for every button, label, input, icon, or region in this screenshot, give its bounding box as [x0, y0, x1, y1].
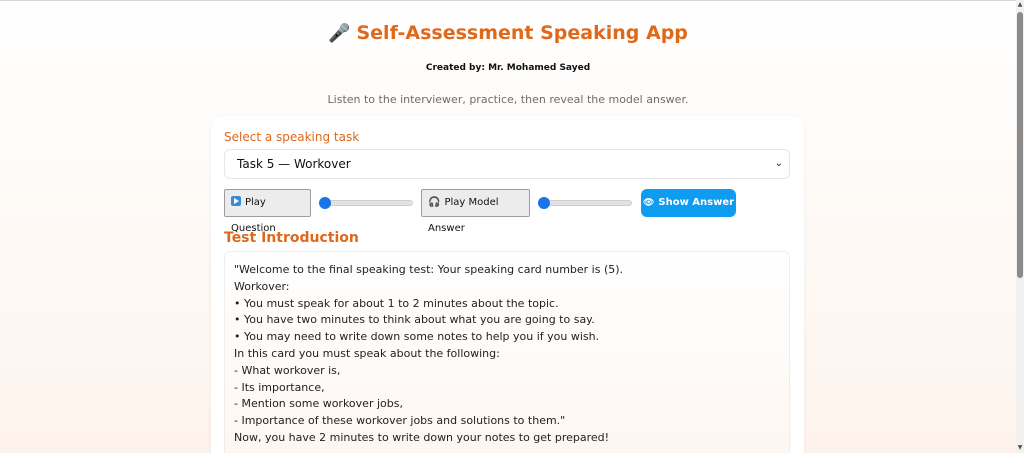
intro-text-box: "Welcome to the final speaking test: You…: [224, 251, 790, 453]
app-title-text: Self-Assessment Speaking App: [356, 22, 688, 44]
author-credit: Created by: Mr. Mohamed Sayed: [425, 63, 591, 73]
model-answer-progress-slider[interactable]: [538, 197, 632, 209]
slider-track: [538, 200, 632, 206]
app-title: 🎤 Self-Assessment Speaking App: [0, 22, 1016, 44]
play-icon: [231, 196, 241, 206]
task-select-value: Task 5 — Workover: [237, 157, 351, 171]
intro-line: - Importance of these workover jobs and …: [234, 414, 566, 428]
show-answer-label: Show Answer: [658, 197, 735, 208]
scrollbar-thumb[interactable]: [1017, 12, 1023, 278]
page: 🎤 Self-Assessment Speaking App Created by…: [0, 0, 1016, 453]
intro-line: In this card you must speak about the fo…: [234, 346, 500, 360]
slider-track: [319, 200, 413, 206]
intro-line: • You may need to write down some notes …: [234, 330, 600, 344]
intro-line: - Its importance,: [234, 380, 325, 394]
headphones-icon: 🎧: [428, 197, 441, 208]
intro-line: Now, you have 2 minutes to write down yo…: [234, 430, 610, 444]
slider-knob[interactable]: [538, 197, 550, 209]
intro-line: • You have two minutes to think about wh…: [234, 313, 595, 327]
intro-line: "Welcome to the final speaking test: You…: [234, 263, 624, 276]
play-model-answer-button[interactable]: 🎧 Play Model Answer: [421, 189, 530, 234]
main-card: Select a speaking task Task 5 — Workover…: [211, 116, 804, 453]
app-subtitle: Listen to the interviewer, practice, the…: [327, 93, 689, 106]
intro-line: - What workover is,: [234, 363, 341, 377]
show-answer-button[interactable]: 👁 Show Answer: [641, 189, 736, 217]
page-scrollbar[interactable]: ▲ ▼: [1016, 0, 1024, 453]
question-progress-slider[interactable]: [319, 197, 413, 209]
eye-icon: 👁: [642, 198, 655, 208]
scroll-up-arrow-icon[interactable]: ▲: [1016, 0, 1024, 10]
scroll-down-arrow-icon[interactable]: ▼: [1016, 443, 1024, 453]
task-select[interactable]: Task 5 — Workover ⌄: [224, 149, 790, 179]
microphone-icon: 🎤: [328, 23, 351, 44]
play-question-button[interactable]: Play Question: [224, 189, 311, 234]
intro-heading: Test Introduction: [224, 230, 359, 246]
intro-line: • You must speak for about 1 to 2 minute…: [234, 296, 559, 310]
slider-knob[interactable]: [319, 197, 331, 209]
intro-line: Workover:: [234, 279, 290, 293]
task-select-label: Select a speaking task: [224, 130, 360, 144]
intro-line: - Mention some workover jobs,: [234, 397, 403, 411]
audio-controls: Play Question 🎧 Play Model Answer 👁 Show A…: [224, 189, 794, 234]
chevron-down-icon: ⌄: [774, 158, 783, 169]
